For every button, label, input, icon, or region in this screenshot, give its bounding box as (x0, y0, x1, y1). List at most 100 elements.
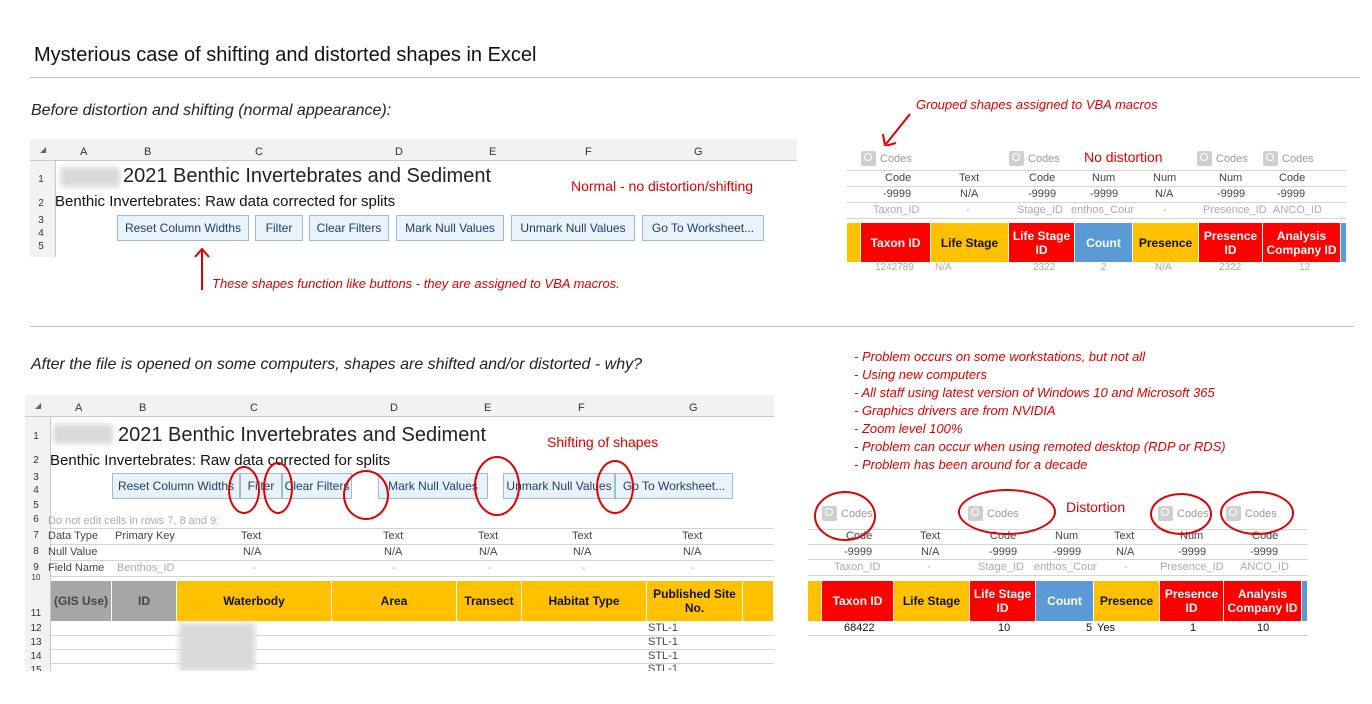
row-1[interactable]: 1 (25, 431, 47, 442)
col-d[interactable]: D (390, 402, 398, 414)
header-transect[interactable]: Transect (457, 581, 522, 621)
header-life-stage-id[interactable]: Life Stage ID (1009, 223, 1075, 262)
field-b-cell: Benthos_ID (117, 562, 175, 574)
problem-item: - Problem has been around for a decade (854, 457, 1088, 472)
type-cell: Num (1092, 172, 1116, 184)
header-analysis-company-id[interactable]: Analysis Company ID (1263, 223, 1341, 262)
header-habitat-type[interactable]: Habitat Type (522, 581, 647, 621)
col-f[interactable]: F (578, 402, 585, 414)
col-a[interactable]: A (75, 402, 82, 414)
col-c[interactable]: C (250, 402, 258, 414)
go-to-worksheet-button[interactable]: Go To Worksheet... (642, 215, 764, 241)
col-g[interactable]: G (689, 402, 698, 414)
type-cell: Code (1279, 172, 1306, 184)
na-cell: N/A (243, 546, 262, 558)
col-b[interactable]: B (139, 402, 146, 414)
header-life-stage[interactable]: Life Stage (931, 223, 1009, 262)
header-area[interactable]: Area (332, 581, 457, 621)
problem-list: - Problem occurs on some workstations, b… (854, 348, 1226, 474)
null-value-label: Null Value (48, 546, 98, 558)
dash-cell: - (252, 562, 256, 574)
codes-button-2[interactable]: Codes (1009, 151, 1060, 166)
col-d[interactable]: D (395, 146, 403, 158)
header-taxon-id[interactable]: Taxon ID (822, 581, 894, 621)
blurred-logo (53, 424, 113, 444)
header-count[interactable]: Count (1036, 581, 1094, 621)
row-10[interactable]: 10 (25, 573, 47, 582)
row-5[interactable]: 5 (25, 500, 47, 511)
data-cell: 68422 (844, 622, 875, 634)
field-name-label: Field Name (48, 562, 105, 574)
col-c[interactable]: C (255, 146, 263, 158)
row-2[interactable]: 2 (25, 455, 47, 466)
reset-column-widths-button[interactable]: Reset Column Widths (117, 215, 249, 241)
header-count[interactable]: Count (1075, 223, 1133, 262)
unmark-null-values-button[interactable]: Unmark Null Values (511, 215, 635, 241)
row-4[interactable]: 4 (30, 228, 52, 239)
excel-after: ◢ A B C D E F G 1 2 3 4 5 6 7 8 9 10 11 … (25, 395, 774, 671)
col-a[interactable]: A (80, 146, 87, 158)
header-cell-partial (808, 581, 822, 621)
row-2[interactable]: 2 (30, 198, 52, 209)
type-cell: Text (959, 172, 980, 184)
header-gis-use[interactable]: (GIS Use) (51, 581, 112, 621)
header-life-stage[interactable]: Life Stage (894, 581, 970, 621)
partial-row-cell: N/A (935, 262, 952, 273)
null-cell: -9999 (1277, 188, 1306, 200)
clear-filters-button[interactable]: Clear Filters (309, 215, 389, 241)
problem-item: - Problem occurs on some workstations, b… (854, 349, 1146, 364)
codes-button-1[interactable]: Codes (861, 151, 912, 166)
row-11[interactable]: 11 (25, 608, 47, 619)
shift-highlight-circle (474, 456, 520, 516)
field-cell: Presence_ID (1160, 561, 1224, 573)
header-presence[interactable]: Presence (1133, 223, 1199, 262)
row-12[interactable]: 12 (25, 623, 47, 634)
col-g[interactable]: G (694, 146, 703, 158)
row-3[interactable]: 3 (30, 215, 52, 226)
col-e[interactable]: E (489, 146, 496, 158)
header-presence[interactable]: Presence (1094, 581, 1160, 621)
row-3[interactable]: 3 (25, 472, 47, 483)
header-presence-id[interactable]: Presence ID (1160, 581, 1224, 621)
select-all-icon[interactable]: ◢ (40, 145, 46, 154)
data-type-label: Data Type (48, 530, 98, 542)
shifting-label: Shifting of shapes (547, 434, 659, 450)
shift-highlight-circle (596, 460, 634, 514)
codes-button-3[interactable]: Codes (1197, 151, 1248, 166)
header-presence-id[interactable]: Presence ID (1199, 223, 1263, 262)
dash-cell: - (392, 562, 396, 574)
row-14[interactable]: 14 (25, 651, 47, 662)
row-9[interactable]: 9 (25, 562, 47, 573)
row-15[interactable]: 15 (25, 665, 47, 671)
reset-column-widths-button[interactable]: Reset Column Widths (112, 473, 240, 499)
type-cell: Text (920, 530, 941, 542)
row-1[interactable]: 1 (30, 174, 52, 185)
row-5[interactable]: 5 (30, 241, 52, 252)
null-cell: N/A (960, 188, 979, 200)
header-published-site-no[interactable]: Published Site No. (647, 581, 743, 621)
header-waterbody[interactable]: Waterbody (177, 581, 332, 621)
col-e[interactable]: E (484, 402, 491, 414)
header-taxon-id[interactable]: Taxon ID (861, 223, 931, 262)
filter-button[interactable]: Filter (255, 215, 303, 241)
mark-null-values-button[interactable]: Mark Null Values (396, 215, 504, 241)
col-b[interactable]: B (144, 146, 151, 158)
null-cell: N/A (921, 546, 940, 558)
codes-button-4[interactable]: Codes (1263, 151, 1314, 166)
na-cell: N/A (479, 546, 498, 558)
type-cell: Num (1219, 172, 1243, 184)
problem-item: - Using new computers (854, 367, 987, 382)
row-4[interactable]: 4 (25, 485, 47, 496)
header-id[interactable]: ID (112, 581, 177, 621)
row-8[interactable]: 8 (25, 546, 47, 557)
data-cell: 10 (1257, 622, 1270, 634)
row-7[interactable]: 7 (25, 530, 47, 541)
select-all-icon[interactable]: ◢ (35, 401, 41, 410)
row-6[interactable]: 6 (25, 514, 47, 525)
row-13[interactable]: 13 (25, 637, 47, 648)
mark-null-values-button[interactable]: Mark Null Values (378, 473, 488, 499)
null-cell: -9999 (989, 546, 1018, 558)
header-analysis-company-id[interactable]: Analysis Company ID (1224, 581, 1302, 621)
header-life-stage-id[interactable]: Life Stage ID (970, 581, 1036, 621)
col-f[interactable]: F (585, 146, 592, 158)
